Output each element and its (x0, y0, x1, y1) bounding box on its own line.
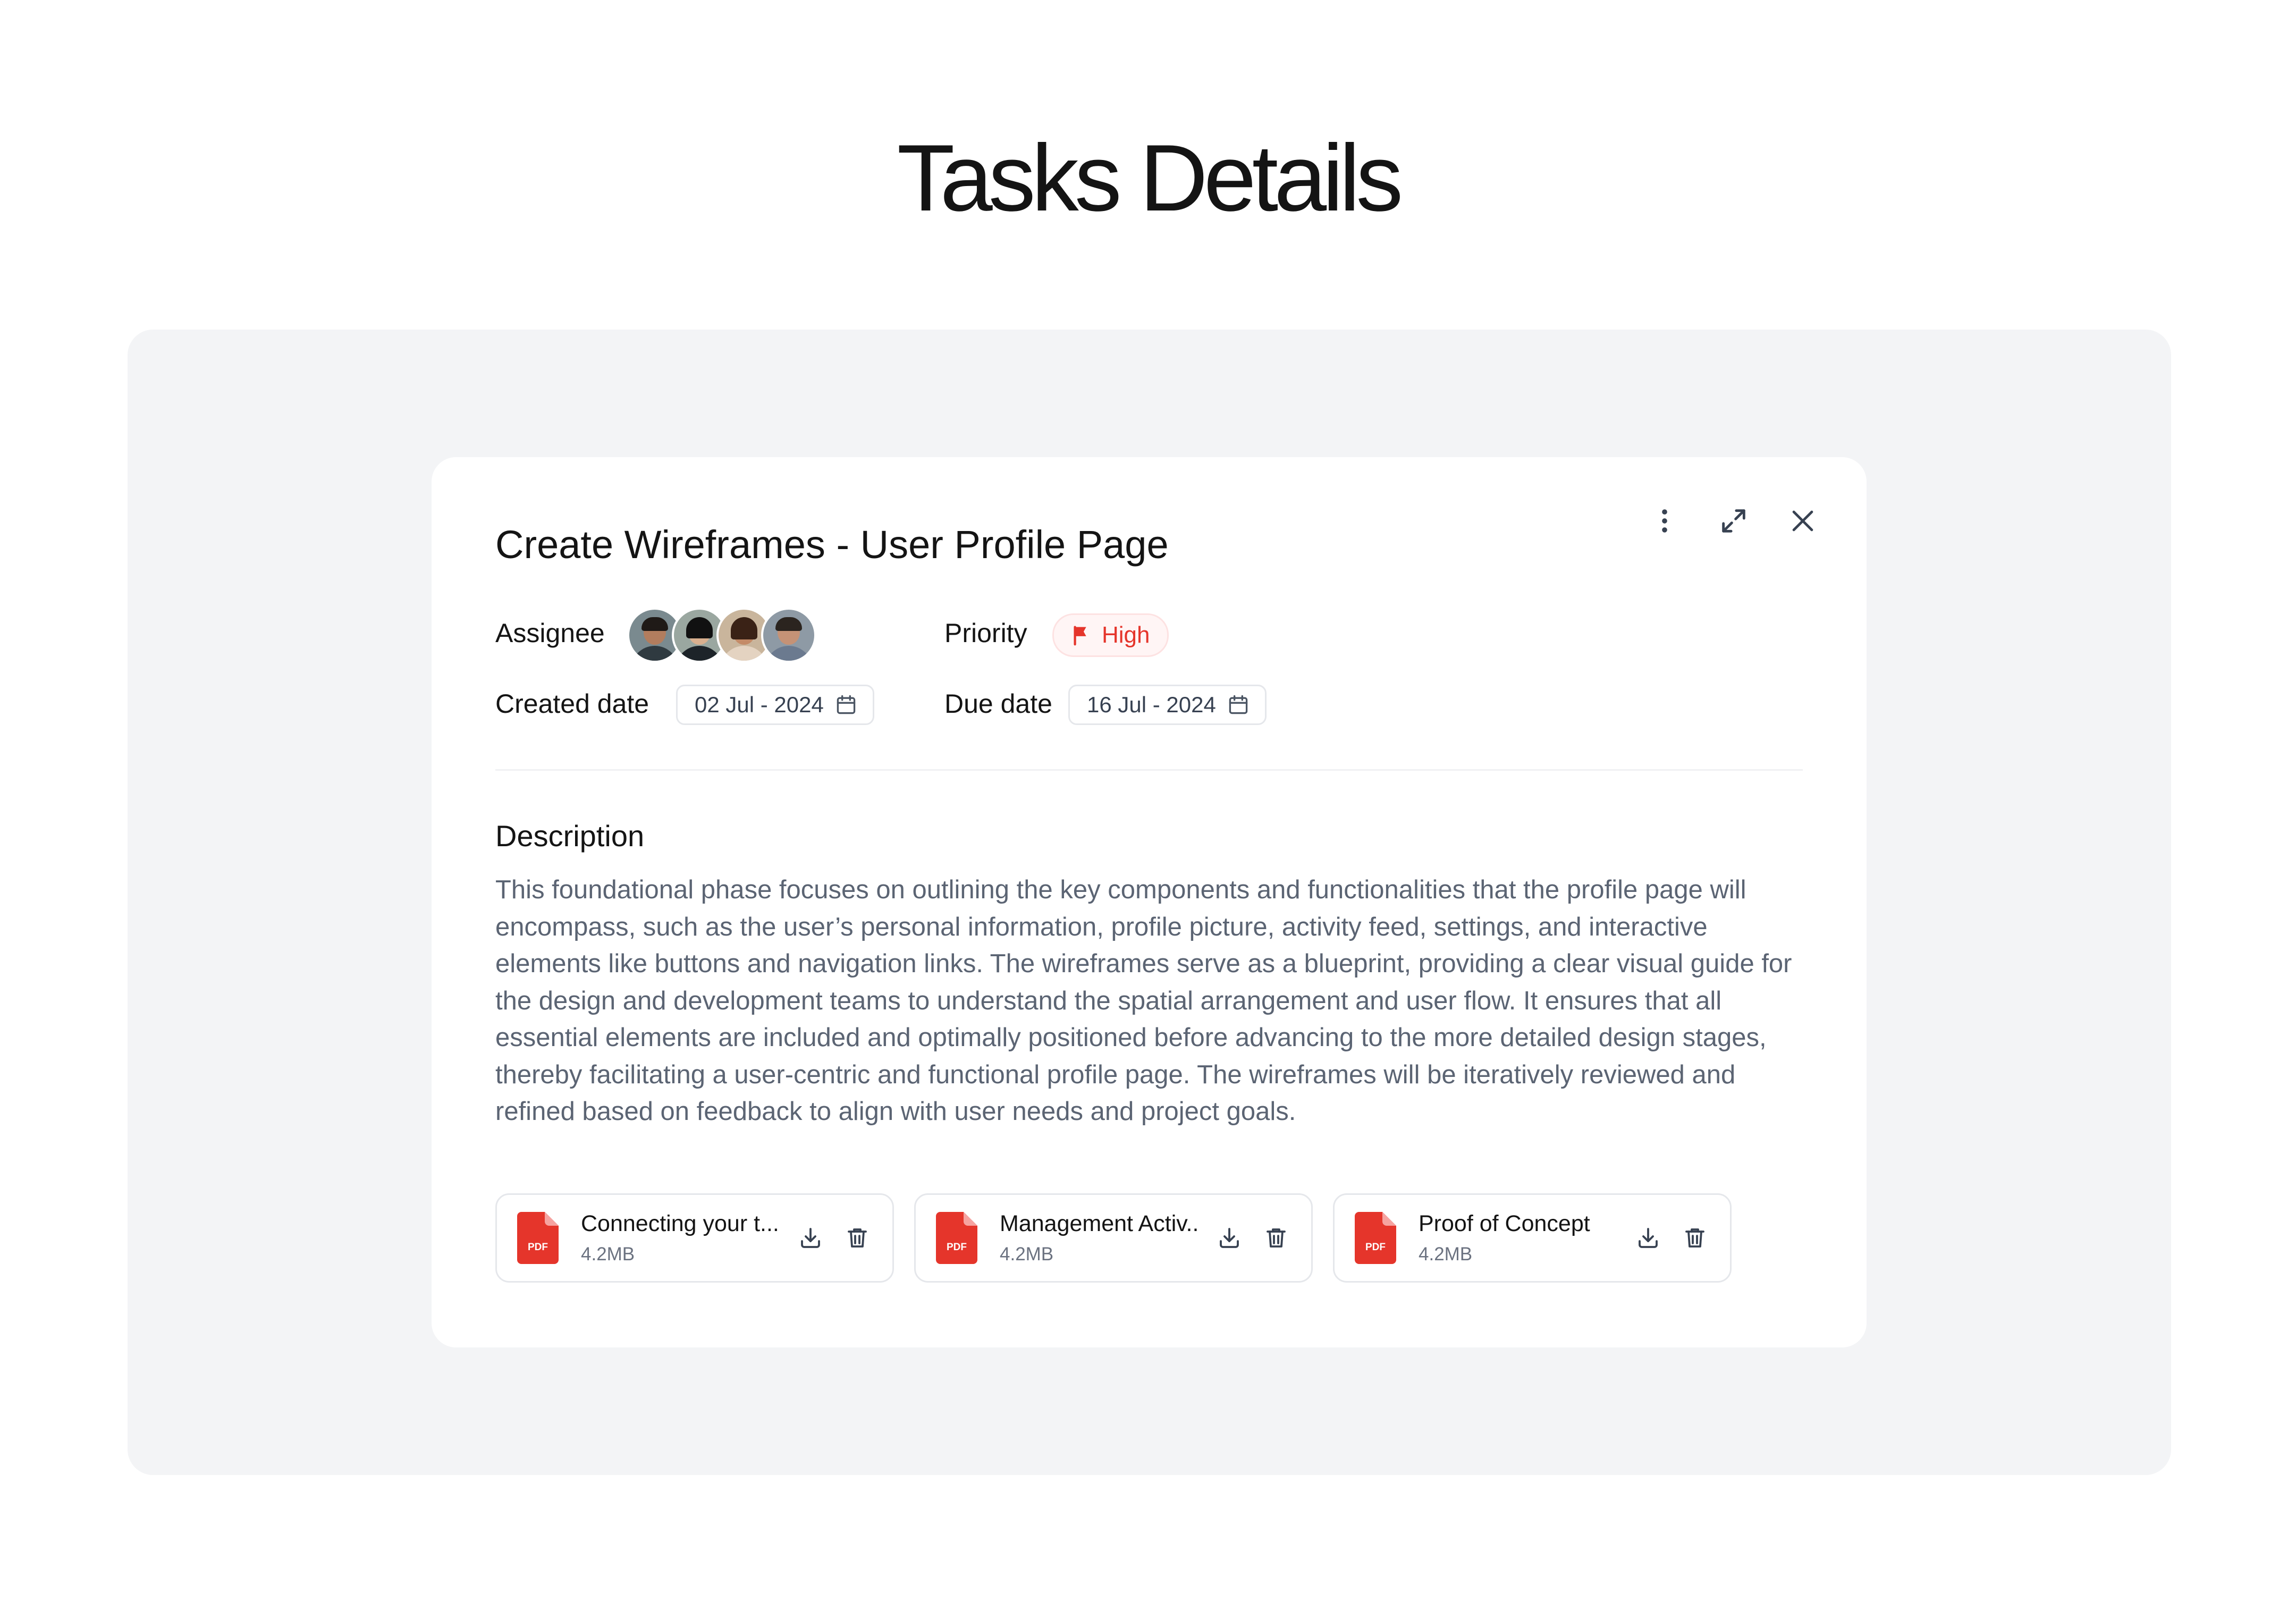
svg-text:PDF: PDF (947, 1242, 967, 1253)
attachment-name[interactable]: Management Activ... (1000, 1208, 1200, 1239)
created-date-picker[interactable]: 02 Jul - 2024 (676, 685, 874, 725)
description-line: the design and development teams to unde… (495, 986, 1722, 1015)
trash-icon (1267, 1228, 1286, 1248)
attachment-item[interactable]: PDF Management Activ... 4.2MB (914, 1193, 1313, 1283)
attachments-list: PDF Connecting your t... 4.2MB PDF Manag… (495, 1193, 1732, 1283)
calendar-icon (1229, 695, 1248, 714)
card-actions (1643, 500, 1824, 542)
download-icon (1639, 1228, 1658, 1248)
trash-icon (1685, 1228, 1704, 1248)
priority-label: Priority (944, 618, 1027, 648)
attachment-name[interactable]: Proof of Concept (1419, 1208, 1618, 1239)
created-date-value: 02 Jul - 2024 (695, 692, 824, 717)
close-button[interactable] (1782, 500, 1824, 542)
avatar[interactable] (761, 608, 816, 663)
description-line: essential elements are included and opti… (495, 1023, 1767, 1052)
attachment-size: 4.2MB (1419, 1244, 1473, 1265)
pdf-file-icon: PDF (517, 1212, 559, 1264)
task-title: Create Wireframes - User Profile Page (495, 523, 1169, 567)
pdf-file-icon: PDF (936, 1212, 977, 1264)
more-options-button[interactable] (1643, 500, 1686, 542)
task-detail-card: Create Wireframes - User Profile Page As… (432, 457, 1867, 1347)
delete-button[interactable] (843, 1224, 871, 1252)
description-text: This foundational phase focuses on outli… (495, 872, 1803, 1131)
svg-text:PDF: PDF (1365, 1242, 1386, 1253)
description-line: elements like buttons and navigation lin… (495, 949, 1792, 978)
attachment-size: 4.2MB (581, 1244, 635, 1265)
download-icon (801, 1228, 820, 1248)
attachment-item[interactable]: PDF Connecting your t... 4.2MB (495, 1193, 894, 1283)
svg-text:PDF: PDF (528, 1242, 548, 1253)
attachment-name[interactable]: Connecting your t... (581, 1208, 781, 1239)
due-date-label: Due date (944, 689, 1052, 719)
close-icon (1792, 510, 1813, 532)
expand-icon (1722, 509, 1745, 533)
created-date-label: Created date (495, 689, 649, 719)
delete-button[interactable] (1262, 1224, 1290, 1252)
due-date-value: 16 Jul - 2024 (1087, 692, 1216, 717)
attachment-item[interactable]: PDF Proof of Concept 4.2MB (1333, 1193, 1732, 1283)
description-line: encompass, such as the user’s personal i… (495, 912, 1708, 941)
description-title: Description (495, 819, 645, 853)
flag-icon (1074, 626, 1086, 646)
assignee-avatars[interactable] (627, 608, 816, 663)
description-line: This foundational phase focuses on outli… (495, 875, 1746, 904)
page-title: Tasks Details (897, 125, 1404, 231)
priority-badge[interactable]: High (1052, 613, 1169, 657)
download-icon (1220, 1228, 1239, 1248)
download-button[interactable] (1634, 1224, 1662, 1252)
pdf-file-icon: PDF (1355, 1212, 1396, 1264)
calendar-icon (837, 695, 856, 714)
priority-value: High (1102, 622, 1150, 648)
description-line: thereby facilitating a user-centric and … (495, 1060, 1736, 1089)
divider (495, 769, 1803, 771)
download-button[interactable] (797, 1224, 824, 1252)
expand-button[interactable] (1712, 500, 1755, 542)
description-line: refined based on feedback to align with … (495, 1097, 1296, 1126)
due-date-picker[interactable]: 16 Jul - 2024 (1068, 685, 1267, 725)
more-vertical-icon (1662, 509, 1667, 533)
attachment-size: 4.2MB (1000, 1244, 1054, 1265)
download-button[interactable] (1215, 1224, 1243, 1252)
delete-button[interactable] (1681, 1224, 1709, 1252)
trash-icon (848, 1228, 867, 1248)
assignee-label: Assignee (495, 618, 605, 648)
